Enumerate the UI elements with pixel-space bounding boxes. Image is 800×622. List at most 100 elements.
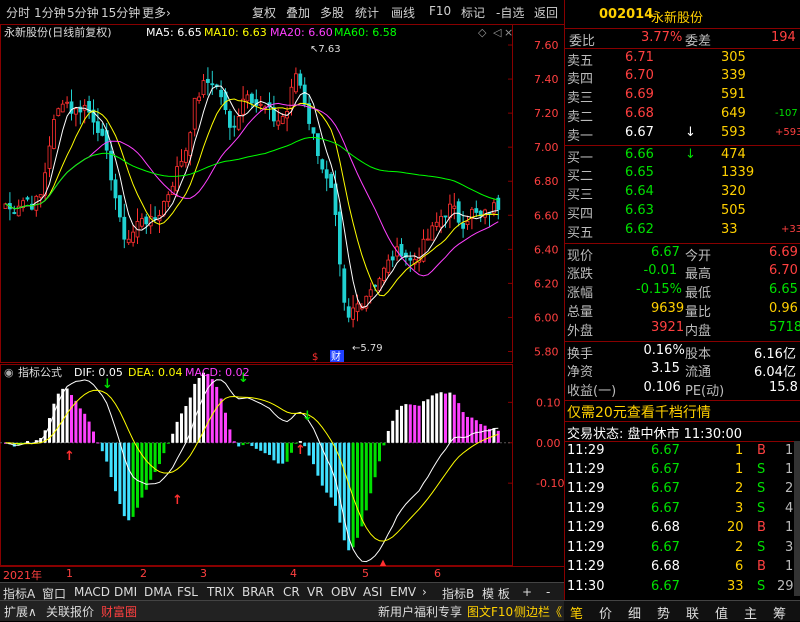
panel-tab-3[interactable]: 势	[657, 603, 670, 622]
stat-row: 外盘 3921 内盘 5718	[565, 319, 800, 339]
tab-brar[interactable]: BRAR	[242, 585, 275, 599]
ask-row[interactable]: 卖一 6.67 ↓ 593 +593	[565, 124, 800, 144]
candle-body	[399, 244, 404, 257]
tick-row: 11:30 6.67 33 S 29	[565, 578, 800, 597]
tab-15min[interactable]: 15分钟	[101, 4, 140, 21]
bid-row[interactable]: 买二 6.65 1339	[565, 164, 800, 184]
tab-fsl[interactable]: FSL	[177, 585, 198, 599]
macd-bar	[96, 442, 100, 444]
zoom-in-button[interactable]: +	[522, 585, 532, 599]
quote-panel: 002014 永新股份 委比 3.77% 委差 194 卖五 6.71 305 卖四 6…	[564, 0, 800, 620]
panel-tab-5[interactable]: 值	[715, 603, 728, 622]
candle-body	[166, 194, 171, 203]
bid-volume: 1339	[721, 165, 755, 180]
tab-dmi[interactable]: DMI	[114, 585, 137, 599]
macd-bar	[52, 403, 56, 443]
f10-button[interactable]: F10	[429, 4, 451, 18]
stat-value: -0.15%	[636, 282, 682, 297]
zoom-out-button[interactable]: -	[546, 585, 550, 599]
sidebar-toggle[interactable]: 侧边栏《	[514, 603, 562, 620]
ask-row[interactable]: 卖三 6.69 591	[565, 86, 800, 106]
tick-scrollbar[interactable]	[794, 441, 800, 596]
macd-bar	[140, 442, 144, 498]
tab-emv[interactable]: EMV	[390, 585, 416, 599]
panel-tab-0[interactable]: 笔	[570, 603, 583, 622]
stat-row: 总量 9639 量比 0.96	[565, 300, 800, 320]
overlay-button[interactable]: 叠加	[286, 4, 310, 21]
new-user-benefit-link[interactable]: 新用户福利专享	[378, 603, 462, 620]
promo-text[interactable]: 仅需20元查看千档行情	[567, 402, 711, 422]
finance-marker[interactable]: 财	[331, 350, 341, 363]
panel-tab-7[interactable]: 筹	[773, 603, 786, 622]
bid-row[interactable]: 买三 6.64 320	[565, 183, 800, 203]
promo-row[interactable]: 仅需20元查看千档行情	[565, 400, 800, 421]
panel-tab-4[interactable]: 联	[686, 603, 699, 622]
ask-row[interactable]: 卖二 6.68 649 -107	[565, 105, 800, 125]
candle-body	[232, 125, 237, 128]
tab-macd[interactable]: MACD	[74, 585, 110, 599]
stats-button[interactable]: 统计	[355, 4, 379, 21]
panel-tab-6[interactable]: 主	[744, 603, 757, 622]
mark-button[interactable]: 标记	[461, 4, 485, 21]
tab-1min[interactable]: 1分钟	[34, 4, 66, 21]
tab-5min[interactable]: 5分钟	[67, 4, 99, 21]
tab-more[interactable]: 更多›	[142, 4, 171, 21]
footer-bar: 扩展∧ 关联报价 财富圈 新用户福利专享 图文F10 侧边栏《	[0, 600, 564, 621]
wealth-circle-button[interactable]: 财富圈	[101, 603, 137, 620]
macd-bar	[158, 442, 161, 465]
bid-row[interactable]: 买一 6.66 ↓ 474	[565, 145, 800, 166]
bid-row[interactable]: 买四 6.63 505	[565, 202, 800, 222]
tick-time: 11:29	[567, 539, 605, 555]
f10-graphic-button[interactable]: 图文F10	[467, 603, 513, 620]
panel-tab-1[interactable]: 价	[599, 603, 612, 622]
bid-row[interactable]: 买五 6.62 33 +33	[565, 221, 800, 241]
tick-volume: 1	[735, 443, 744, 458]
macd-bar	[254, 442, 258, 449]
panel-tab-2[interactable]: 细	[628, 603, 641, 622]
stat-label: 总量	[567, 305, 594, 320]
macd-bar	[224, 412, 227, 443]
dividend-marker[interactable]: $	[312, 352, 318, 363]
stock-header: 002014 永新股份	[565, 6, 800, 26]
ask-row[interactable]: 卖四 6.70 339	[565, 67, 800, 87]
tab-obv[interactable]: OBV	[331, 585, 357, 599]
back-button[interactable]: 返回	[534, 4, 558, 21]
candle-body	[47, 145, 52, 169]
expand-button[interactable]: 扩展∧	[4, 603, 37, 620]
candle-body	[188, 132, 193, 156]
macd-bar	[268, 442, 271, 455]
multi-stock-button[interactable]: 多股	[320, 4, 344, 21]
related-quotes-button[interactable]: 关联报价	[46, 603, 94, 620]
tab-timeshare[interactable]: 分时	[6, 4, 30, 21]
add-watchlist-button[interactable]: -自选	[496, 4, 524, 21]
collapse-icon[interactable]: ◁	[493, 26, 502, 39]
fuquan-button[interactable]: 复权	[252, 4, 276, 21]
tick-direction: S	[757, 500, 766, 516]
tab-dma[interactable]: DMA	[144, 585, 172, 599]
tab-trix[interactable]: TRIX	[207, 585, 234, 599]
tick-time: 11:29	[567, 443, 605, 458]
tick-direction: S	[757, 578, 766, 594]
stat-row: 涨幅 -0.15% 最低 6.65	[565, 281, 800, 301]
tab-more-arrow[interactable]: ›	[422, 585, 427, 599]
macd-bar	[272, 442, 276, 461]
diamond-icon[interactable]: ◇	[478, 26, 487, 39]
draw-line-button[interactable]: 画线	[391, 4, 415, 21]
ask-row[interactable]: 卖五 6.71 305	[565, 48, 800, 69]
tab-asi[interactable]: ASI	[363, 585, 382, 599]
weibi-label: 委比	[569, 34, 596, 49]
macd-bar	[131, 442, 135, 517]
tab-vr[interactable]: VR	[307, 585, 324, 599]
tab-cr[interactable]: CR	[283, 585, 300, 599]
macd-bar	[413, 405, 417, 443]
tick-price: 6.68	[651, 559, 680, 574]
close-icon[interactable]: ×	[504, 26, 513, 39]
tick-direction: S	[757, 539, 766, 555]
kline-chart[interactable]: 7.60 7.40 7.20 7.00 6.80 6.60 6.40 6.20 6.00 5.80…	[0, 24, 564, 566]
ask-price: 6.70	[625, 68, 654, 83]
tick-time: 11:29	[567, 500, 605, 516]
stat-label: 最低	[685, 286, 712, 301]
indicator-menu-icon[interactable]: ◉	[4, 366, 14, 379]
stat-value: 6.04亿	[754, 365, 796, 380]
price-tick-label: 6.40	[534, 243, 559, 256]
